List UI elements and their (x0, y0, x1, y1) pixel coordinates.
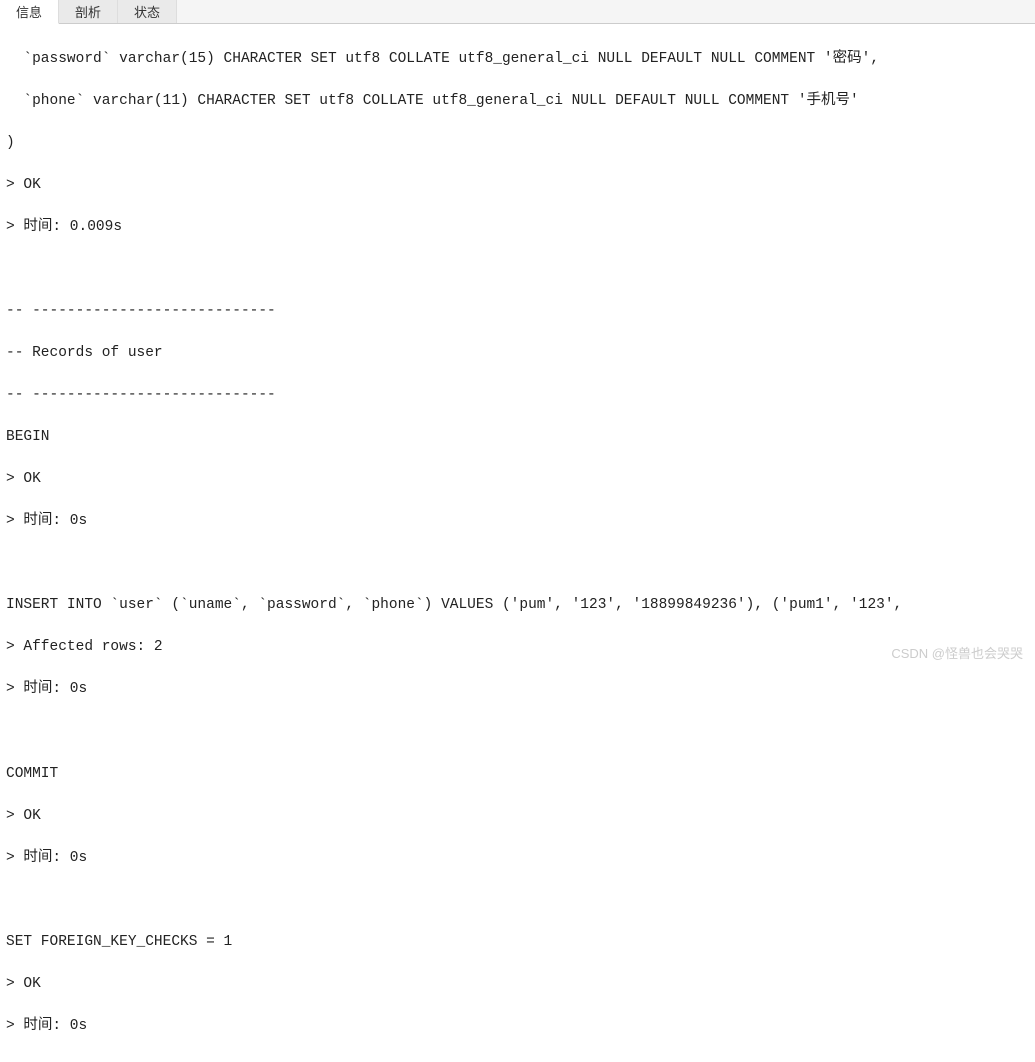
log-line-time: > 时间: 0s (6, 511, 1029, 532)
log-line: `phone` varchar(11) CHARACTER SET utf8 C… (6, 91, 1029, 112)
log-line-sql: INSERT INTO `user` (`uname`, `password`,… (6, 595, 1029, 616)
log-line-sql: SET FOREIGN_KEY_CHECKS = 1 (6, 932, 1029, 953)
tab-info[interactable]: 信息 (0, 0, 59, 24)
log-line-comment: -- ---------------------------- (6, 301, 1029, 322)
log-line: ) (6, 133, 1029, 154)
log-line-comment: -- ---------------------------- (6, 385, 1029, 406)
log-line-sql: BEGIN (6, 427, 1029, 448)
log-line-time: > 时间: 0.009s (6, 217, 1029, 238)
log-line-comment: -- Records of user (6, 343, 1029, 364)
tab-bar: 信息 剖析 状态 (0, 0, 1035, 24)
log-line: `password` varchar(15) CHARACTER SET utf… (6, 49, 1029, 70)
log-line-sql: COMMIT (6, 764, 1029, 785)
log-line-affected: > Affected rows: 2 (6, 637, 1029, 658)
log-line-ok: > OK (6, 175, 1029, 196)
sql-log-output: `password` varchar(15) CHARACTER SET utf… (0, 24, 1035, 1062)
watermark-text: CSDN @怪兽也会哭哭 (891, 643, 1023, 662)
log-line-ok: > OK (6, 974, 1029, 995)
tab-profiling[interactable]: 剖析 (59, 0, 118, 23)
log-line-time: > 时间: 0s (6, 1016, 1029, 1037)
log-line-time: > 时间: 0s (6, 848, 1029, 869)
tab-status[interactable]: 状态 (118, 0, 177, 23)
log-line-time: > 时间: 0s (6, 679, 1029, 700)
log-line-ok: > OK (6, 469, 1029, 490)
log-line-ok: > OK (6, 806, 1029, 827)
